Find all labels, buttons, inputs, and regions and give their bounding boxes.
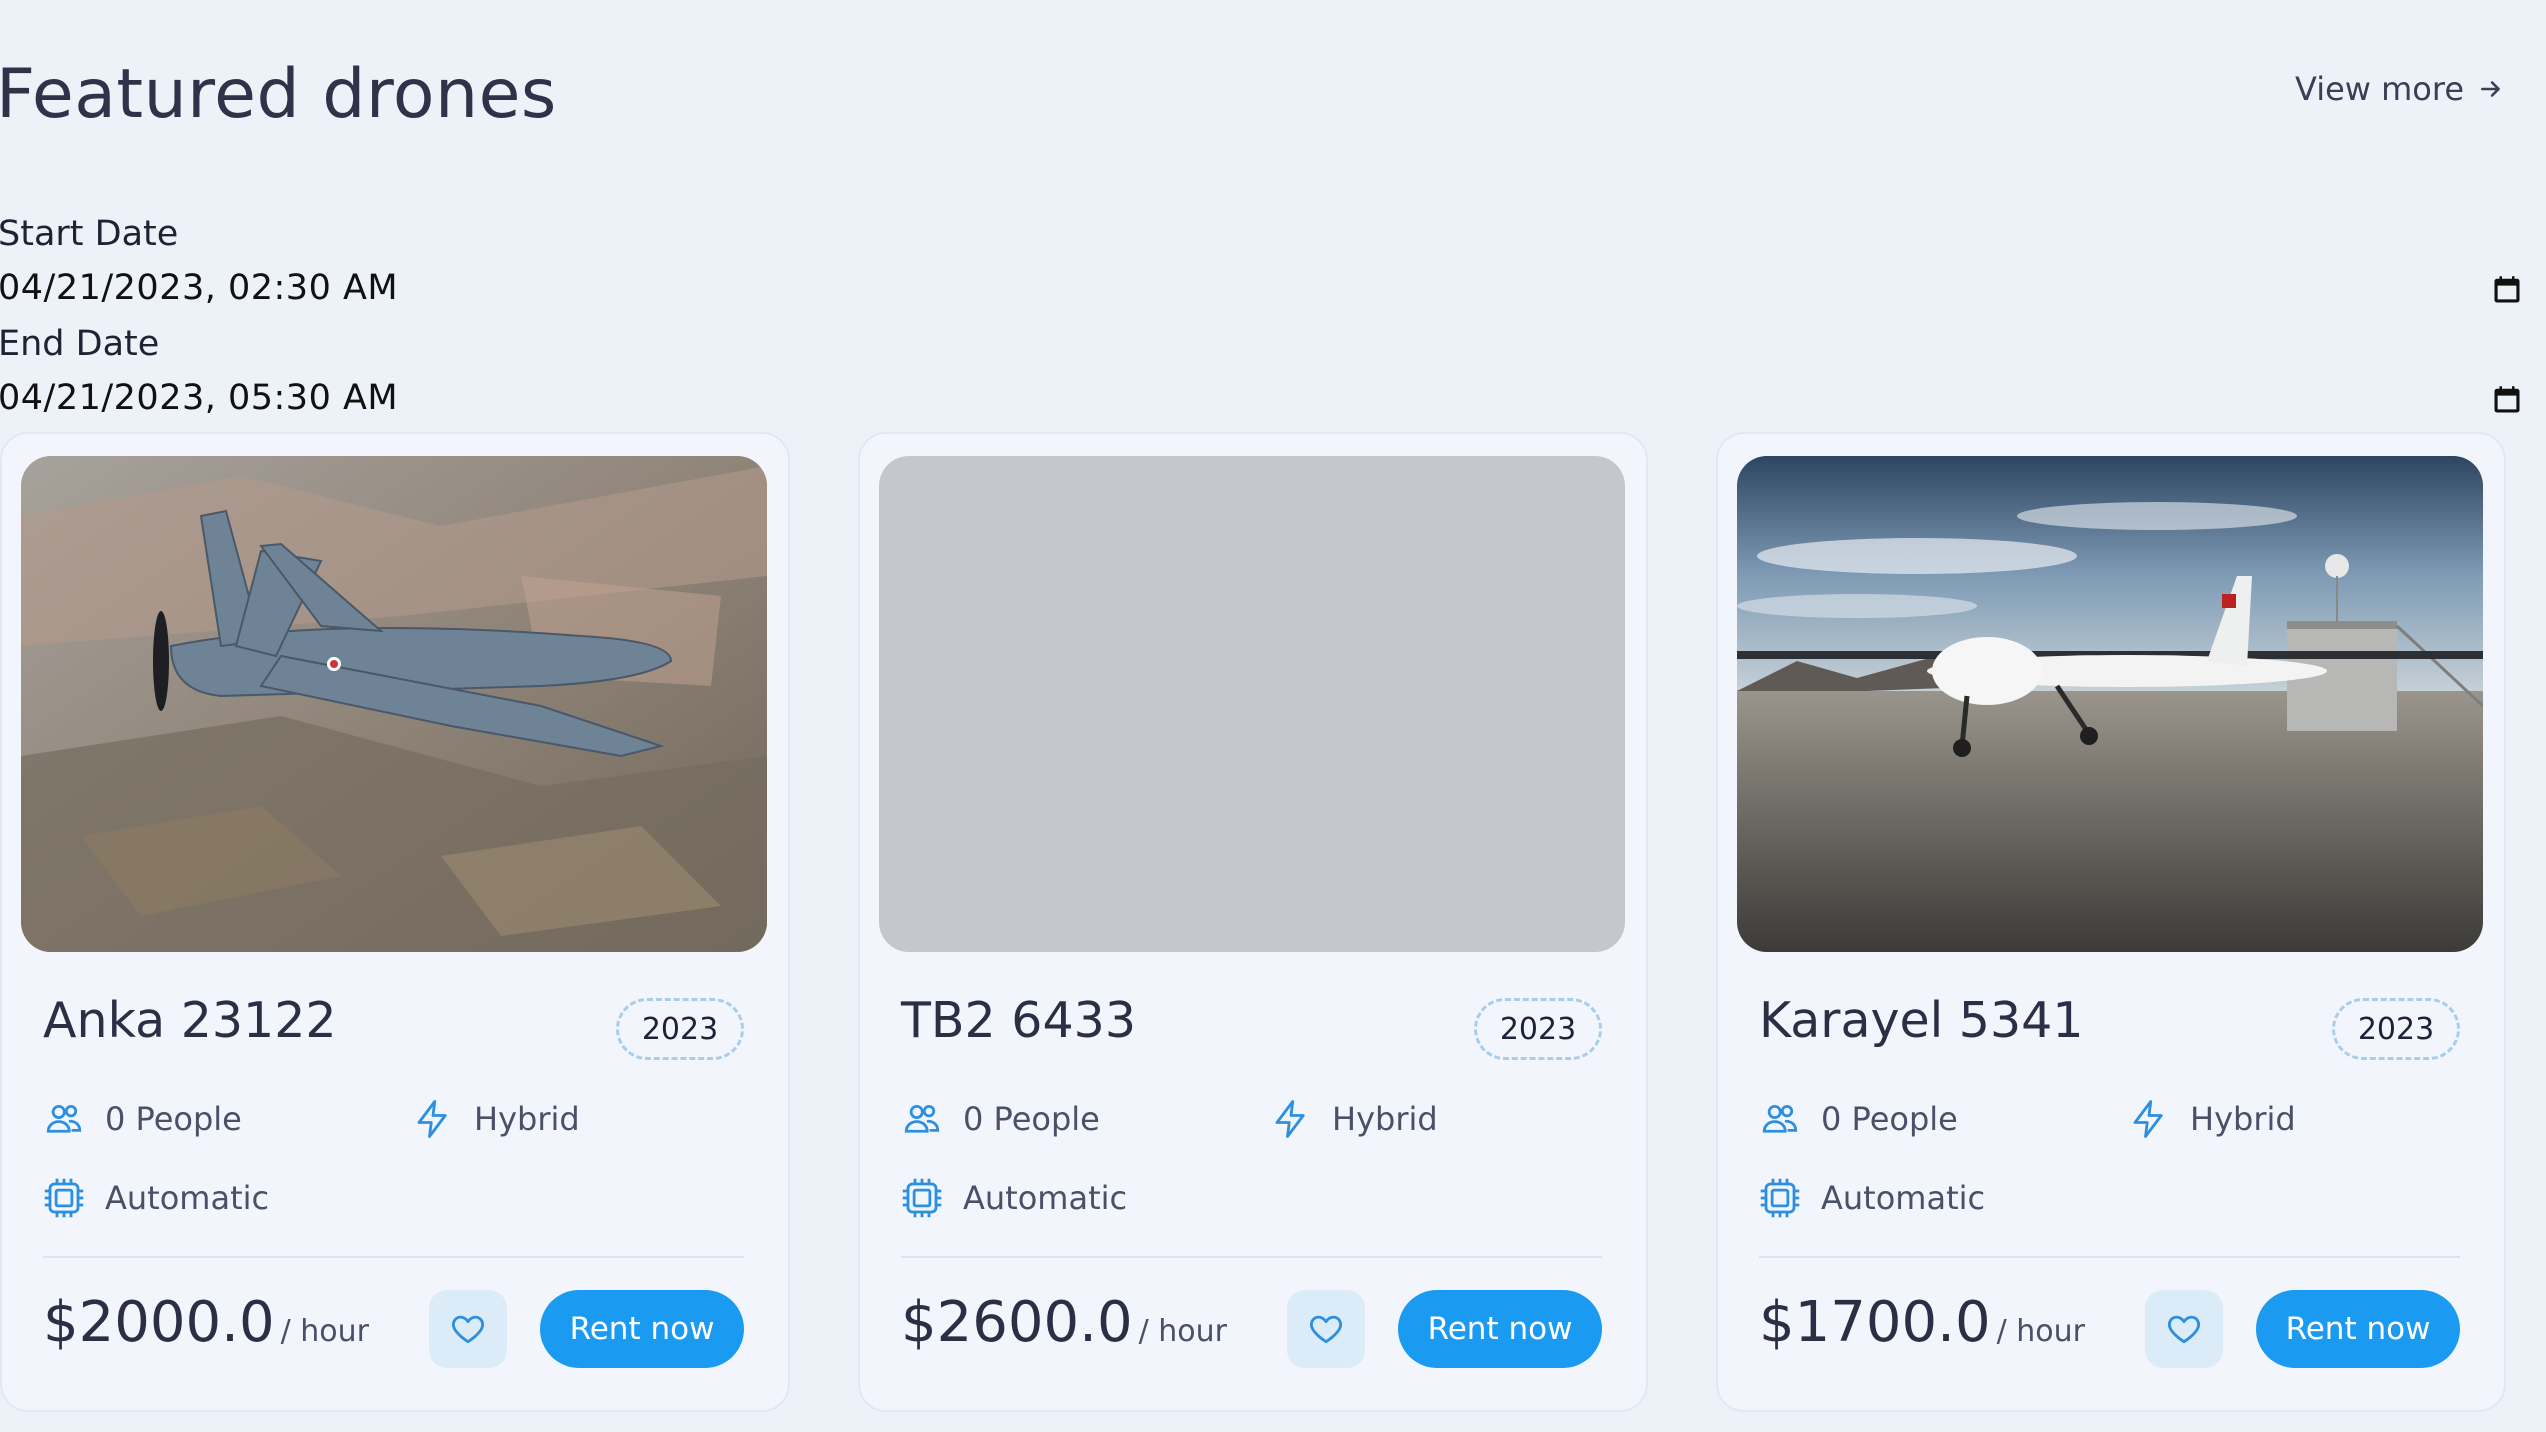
people-icon [46, 1105, 82, 1133]
calendar-icon[interactable] [2492, 275, 2522, 305]
chip-icon [44, 1178, 84, 1218]
lightning-icon [417, 1100, 447, 1138]
start-date-input[interactable]: 04/21/2023, 02:30 AM [0, 268, 398, 308]
drone-image [1737, 456, 2483, 952]
drone-name: Anka 23122 [43, 992, 337, 1049]
power-feature: Hybrid [2128, 1098, 2296, 1140]
chip-icon [902, 1178, 942, 1218]
lightning-icon [1275, 1100, 1305, 1138]
power-label: Hybrid [2190, 1100, 2296, 1138]
view-more-label: View more [2295, 70, 2464, 108]
power-label: Hybrid [474, 1100, 580, 1138]
mode-label: Automatic [105, 1179, 270, 1217]
heart-icon [1309, 1315, 1343, 1344]
view-more-link[interactable]: View more [2295, 70, 2504, 108]
rent-now-button[interactable]: Rent now [540, 1290, 744, 1368]
mode-label: Automatic [1821, 1179, 1986, 1217]
drone-card[interactable]: TB2 6433 2023 0 People Hybrid Automatic … [858, 432, 1648, 1412]
price: $1700.0/ hour [1759, 1290, 2085, 1355]
people-label: 0 People [105, 1100, 242, 1138]
page-title: Featured drones [0, 55, 557, 134]
people-label: 0 People [963, 1100, 1100, 1138]
power-feature: Hybrid [1270, 1098, 1438, 1140]
end-date-label: End Date [0, 324, 160, 364]
people-icon [904, 1105, 940, 1133]
favorite-button[interactable] [1287, 1290, 1365, 1368]
price-unit: / hour [280, 1314, 369, 1349]
capacity-feature: 0 People [901, 1098, 1100, 1140]
capacity-feature: 0 People [1759, 1098, 1958, 1140]
end-date-input[interactable]: 04/21/2023, 05:30 AM [0, 378, 398, 418]
year-badge: 2023 [616, 998, 744, 1060]
rent-now-button[interactable]: Rent now [2256, 1290, 2460, 1368]
drone-name: TB2 6433 [901, 992, 1136, 1049]
price: $2000.0/ hour [43, 1290, 369, 1355]
price-value: $2600.0 [901, 1290, 1133, 1355]
drone-card[interactable]: Anka 23122 2023 0 People Hybrid Automati… [0, 432, 790, 1412]
people-icon [1762, 1105, 1798, 1133]
card-divider [901, 1256, 1602, 1258]
lightning-icon [2133, 1100, 2163, 1138]
capacity-feature: 0 People [43, 1098, 242, 1140]
drone-image [21, 456, 767, 952]
start-date-label: Start Date [0, 214, 179, 254]
mode-feature: Automatic [43, 1177, 269, 1219]
card-divider [43, 1256, 744, 1258]
drone-name: Karayel 5341 [1759, 992, 2084, 1049]
price-value: $2000.0 [43, 1290, 275, 1355]
mode-feature: Automatic [1759, 1177, 1985, 1219]
power-label: Hybrid [1332, 1100, 1438, 1138]
section-header: Featured drones View more [0, 52, 2546, 142]
drone-image-placeholder [879, 456, 1625, 952]
heart-icon [2167, 1315, 2201, 1344]
chip-icon [1760, 1178, 1800, 1218]
card-divider [1759, 1256, 2460, 1258]
favorite-button[interactable] [2145, 1290, 2223, 1368]
mode-label: Automatic [963, 1179, 1128, 1217]
calendar-icon[interactable] [2492, 385, 2522, 415]
year-badge: 2023 [1474, 998, 1602, 1060]
price-unit: / hour [1996, 1314, 2085, 1349]
people-label: 0 People [1821, 1100, 1958, 1138]
mode-feature: Automatic [901, 1177, 1127, 1219]
rent-now-button[interactable]: Rent now [1398, 1290, 1602, 1368]
heart-icon [451, 1315, 485, 1344]
price: $2600.0/ hour [901, 1290, 1227, 1355]
price-value: $1700.0 [1759, 1290, 1991, 1355]
power-feature: Hybrid [412, 1098, 580, 1140]
year-badge: 2023 [2332, 998, 2460, 1060]
favorite-button[interactable] [429, 1290, 507, 1368]
drone-card[interactable]: Karayel 5341 2023 0 People Hybrid Automa… [1716, 432, 2506, 1412]
arrow-right-icon [2481, 81, 2500, 97]
price-unit: / hour [1138, 1314, 1227, 1349]
